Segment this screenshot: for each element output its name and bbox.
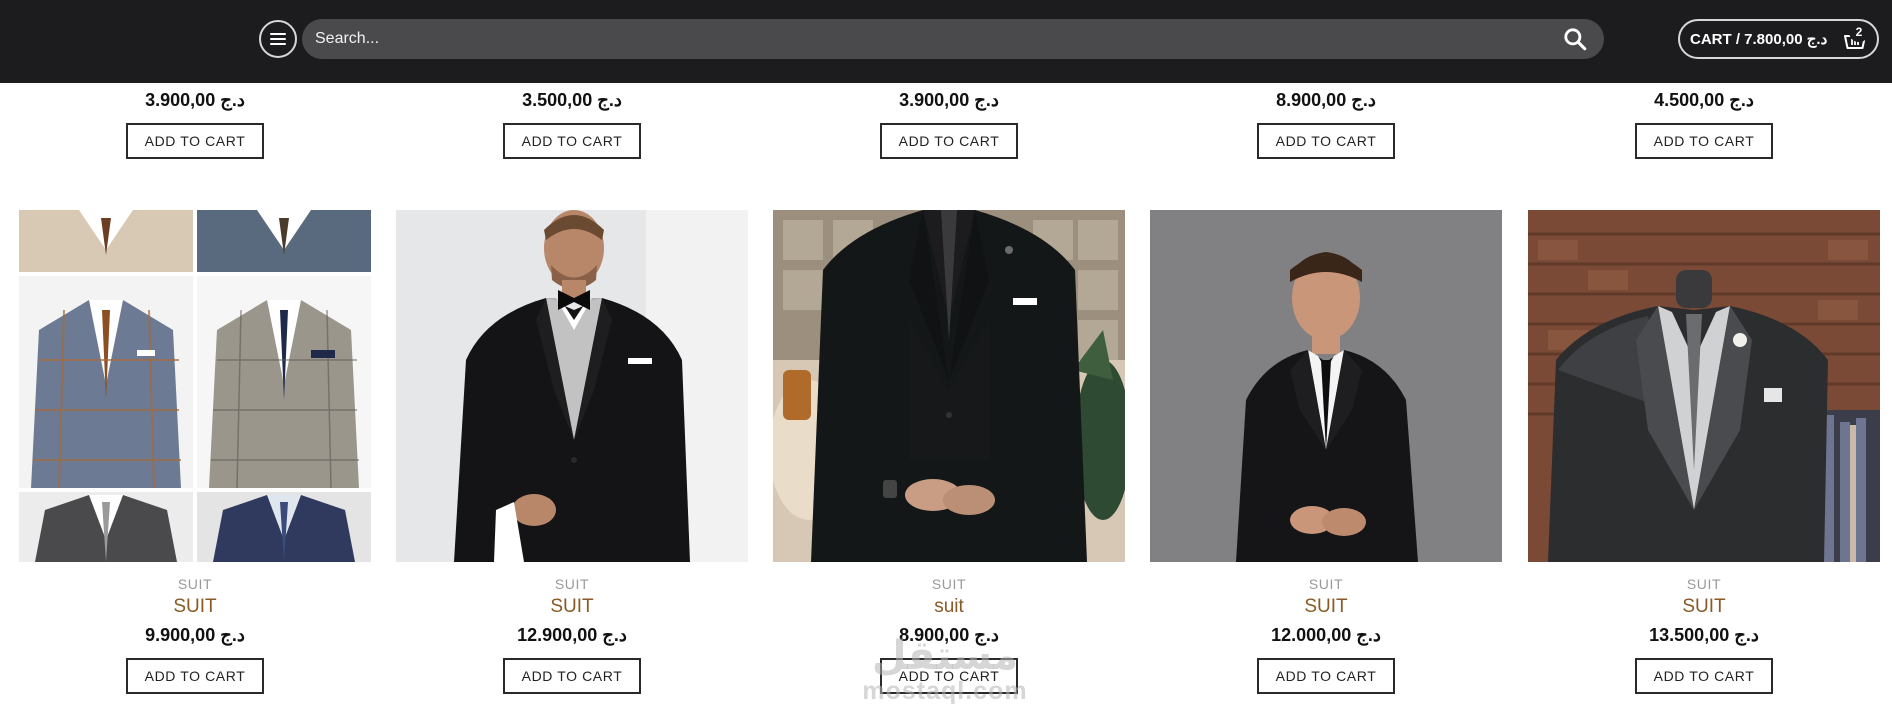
add-to-cart-button[interactable]: ADD TO CART (503, 658, 641, 694)
add-to-cart-button[interactable]: ADD TO CART (503, 123, 641, 159)
search-input[interactable] (302, 19, 1562, 59)
product-card: SUIT SUIT 12.900,00 د.ج ADD TO CART (396, 210, 748, 694)
hamburger-icon (270, 33, 286, 45)
product-title[interactable]: SUIT (396, 596, 748, 618)
product-category: SUIT (931, 576, 967, 592)
product-price: 9.900,00 د.ج (145, 625, 245, 645)
product-card: 3.500,00 د.ج ADD TO CART (396, 83, 748, 159)
add-to-cart-button[interactable]: ADD TO CART (1257, 123, 1395, 159)
shopping-basket-icon: 2 (1843, 22, 1869, 50)
product-category: SUIT (177, 576, 213, 592)
product-image-suit-on-mannequin[interactable] (1528, 210, 1880, 562)
product-card: SUIT SUIT 13.500,00 د.ج ADD TO CART (1528, 210, 1880, 694)
product-price: 3.900,00 د.ج (145, 90, 245, 110)
product-card: 3.900,00 د.ج ADD TO CART (773, 83, 1125, 159)
cart-total-label: CART / 7.800,00 د.ج (1690, 31, 1828, 48)
add-to-cart-button[interactable]: ADD TO CART (1635, 123, 1773, 159)
product-price: 8.900,00 د.ج (1276, 90, 1376, 110)
product-card: SUIT SUIT 9.900,00 د.ج ADD TO CART (19, 210, 371, 694)
product-row-bottom: SUIT SUIT 9.900,00 د.ج ADD TO CART SUIT … (0, 210, 1892, 720)
add-to-cart-button[interactable]: ADD TO CART (1257, 658, 1395, 694)
add-to-cart-button[interactable]: ADD TO CART (1635, 658, 1773, 694)
product-price: 13.500,00 د.ج (1649, 625, 1759, 645)
product-image-black-three-piece-suit[interactable] (773, 210, 1125, 562)
search-icon[interactable] (1562, 26, 1588, 52)
product-card: 3.900,00 د.ج ADD TO CART (19, 83, 371, 159)
cart-button[interactable]: CART / 7.800,00 د.ج 2 (1678, 19, 1879, 59)
product-price: 12.900,00 د.ج (517, 625, 627, 645)
product-card: SUIT SUIT 12.000,00 د.ج ADD TO CART (1150, 210, 1502, 694)
product-price: 3.500,00 د.ج (522, 90, 622, 110)
add-to-cart-button[interactable]: ADD TO CART (880, 658, 1018, 694)
add-to-cart-button[interactable]: ADD TO CART (126, 123, 264, 159)
product-title[interactable]: SUIT (19, 596, 371, 618)
product-category: SUIT (554, 576, 590, 592)
product-title[interactable]: SUIT (1150, 596, 1502, 618)
add-to-cart-button[interactable]: ADD TO CART (126, 658, 264, 694)
add-to-cart-button[interactable]: ADD TO CART (880, 123, 1018, 159)
product-row-top: 3.900,00 د.ج ADD TO CART 3.500,00 د.ج AD… (0, 83, 1892, 173)
product-category: SUIT (1686, 576, 1722, 592)
top-header: CART / 7.800,00 د.ج 2 (0, 0, 1892, 83)
product-card: 8.900,00 د.ج ADD TO CART (1150, 83, 1502, 159)
product-card: 4.500,00 د.ج ADD TO CART (1528, 83, 1880, 159)
product-image-man-in-black-suit[interactable] (1150, 210, 1502, 562)
product-card: SUIT suit 8.900,00 د.ج ADD TO CART (773, 210, 1125, 694)
menu-button[interactable] (259, 20, 297, 58)
product-price: 12.000,00 د.ج (1271, 625, 1381, 645)
product-category: SUIT (1308, 576, 1344, 592)
search-bar (302, 19, 1604, 59)
product-price: 3.900,00 د.ج (899, 90, 999, 110)
product-title[interactable]: suit (773, 596, 1125, 618)
product-price: 4.500,00 د.ج (1654, 90, 1754, 110)
product-price: 8.900,00 د.ج (899, 625, 999, 645)
product-title[interactable]: SUIT (1528, 596, 1880, 618)
product-image-black-tuxedo[interactable] (396, 210, 748, 562)
cart-count-badge: 2 (1849, 22, 1869, 42)
product-image-patterned-blazers[interactable] (19, 210, 371, 562)
